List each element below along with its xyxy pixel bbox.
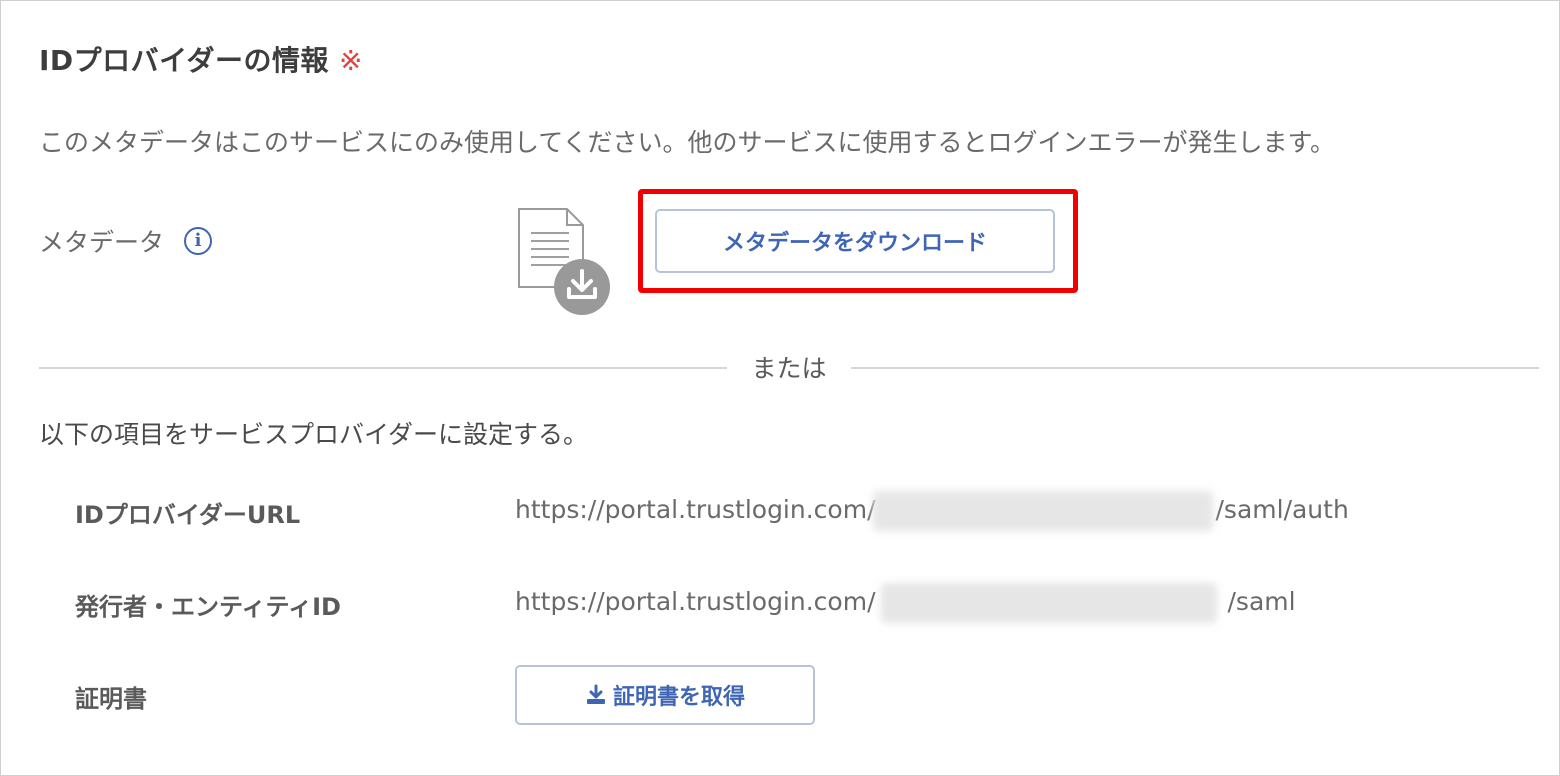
- entity-id-label: 発行者・エンティティID: [75, 593, 341, 621]
- section-title-text: IDプロバイダーの情報: [39, 44, 330, 77]
- info-icon[interactable]: i: [184, 227, 213, 255]
- idp-url-prefix: https://portal.trustlogin.com/: [515, 495, 876, 524]
- entity-id-prefix: https://portal.trustlogin.com/: [515, 587, 876, 616]
- certificate-label: 証明書: [75, 685, 147, 713]
- get-certificate-label: 証明書を取得: [612, 685, 745, 710]
- idp-url-suffix: /saml/auth: [1215, 495, 1349, 524]
- idp-url-label: IDプロバイダーURL: [75, 501, 301, 529]
- download-metadata-button[interactable]: メタデータをダウンロード: [655, 209, 1055, 273]
- divider-left: [39, 367, 727, 369]
- metadata-label-row: メタデータ i: [39, 223, 213, 259]
- entity-id-suffix: /saml: [1227, 587, 1296, 616]
- sp-setup-instruction: 以下の項目をサービスプロバイダーに設定する。: [39, 420, 589, 449]
- divider-or-text: または: [751, 354, 827, 383]
- download-icon: [586, 684, 605, 704]
- metadata-usage-notice: このメタデータはこのサービスにのみ使用してください。他のサービスに使用するとログ…: [39, 128, 1336, 157]
- metadata-file-download-icon: [518, 208, 610, 315]
- get-certificate-button[interactable]: 証明書を取得: [515, 665, 815, 725]
- divider-right: [851, 367, 1539, 369]
- idp-info-panel: IDプロバイダーの情報 ※ このメタデータはこのサービスにのみ使用してください。他…: [0, 0, 1560, 776]
- redaction-blur-url: [873, 491, 1213, 531]
- required-mark: ※: [339, 44, 364, 77]
- redaction-blur-entity: [881, 583, 1217, 623]
- section-title: IDプロバイダーの情報 ※: [39, 39, 363, 79]
- metadata-label: メタデータ: [39, 228, 165, 257]
